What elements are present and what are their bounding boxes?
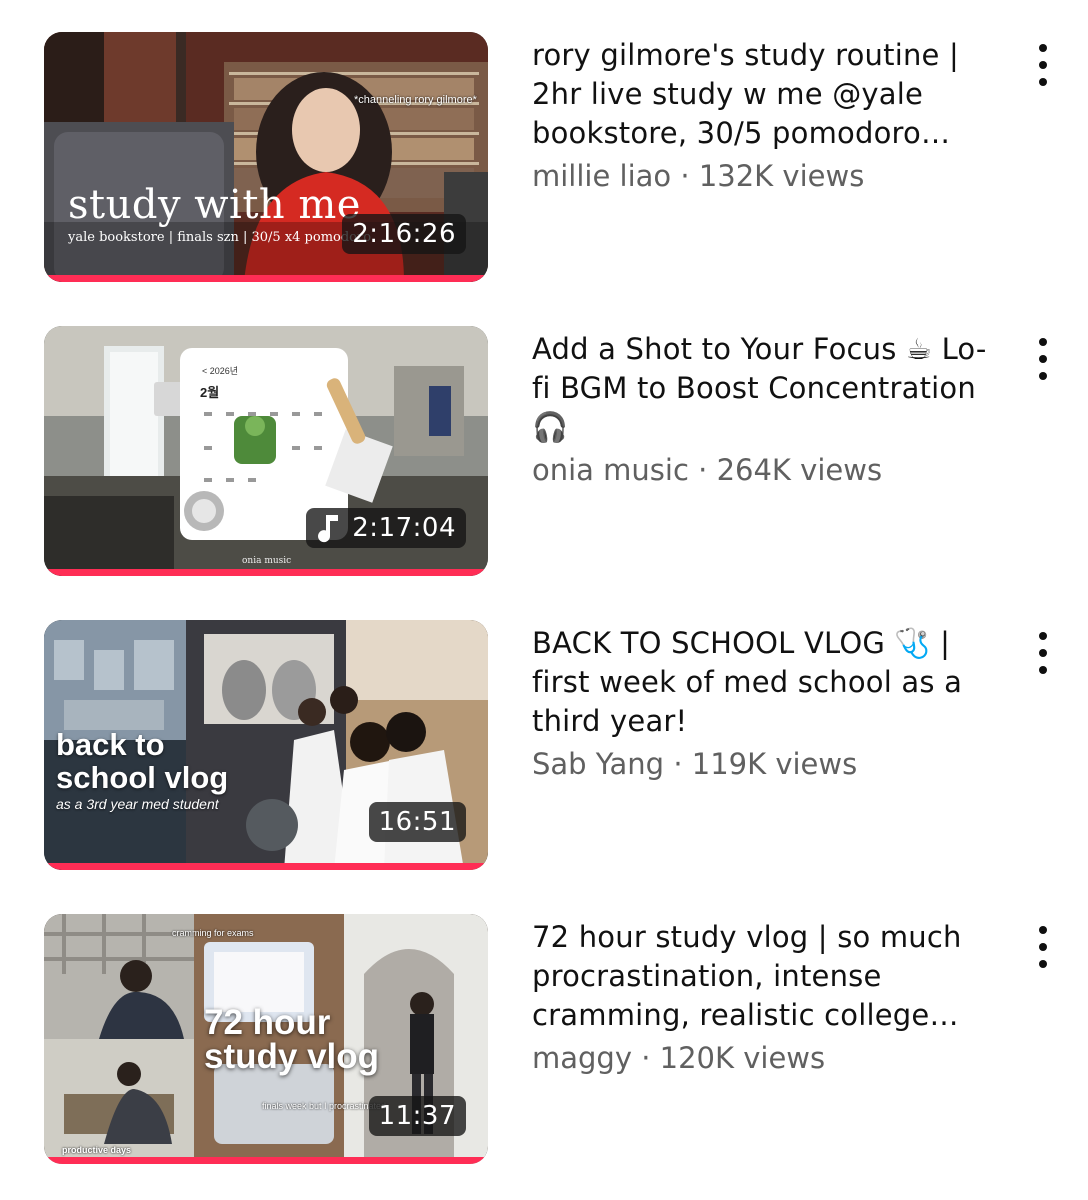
channel-name[interactable]: onia music: [532, 453, 689, 487]
video-subtitle: maggy · 120K views: [532, 1041, 1002, 1075]
video-meta[interactable]: BACK TO SCHOOL VLOG 🩺 | first week of me…: [532, 624, 1002, 781]
video-title[interactable]: BACK TO SCHOOL VLOG 🩺 | first week of me…: [532, 624, 1002, 741]
video-subtitle: Sab Yang · 119K views: [532, 747, 1002, 781]
channel-name[interactable]: Sab Yang: [532, 747, 664, 781]
thumbnail-mid-caption: finals week but I procrastinated: [262, 1101, 387, 1111]
view-count: 264K views: [716, 453, 883, 487]
video-meta[interactable]: rory gilmore's study routine | 2hr live …: [532, 36, 1002, 193]
watch-progress-bar: [44, 863, 488, 870]
duration-badge: 11:37: [368, 1096, 466, 1136]
video-subtitle: onia music · 264K views: [532, 453, 1002, 487]
video-title[interactable]: 72 hour study vlog | so much procrastina…: [532, 918, 1002, 1035]
view-count: 132K views: [698, 159, 865, 193]
separator-dot: ·: [673, 747, 683, 781]
video-item[interactable]: cramming for exams 72 hour study vlog fi…: [0, 914, 1088, 1168]
music-note-icon: [318, 515, 339, 543]
video-subtitle: millie liao · 132K views: [532, 159, 1002, 193]
video-item[interactable]: < 2026년 2월 onia music 2:17:04 Add a Shot…: [0, 326, 1088, 580]
thumbnail-top-caption: cramming for exams: [172, 928, 254, 938]
duration-badge: 2:17:04: [306, 508, 466, 548]
watch-progress-bar: [44, 569, 488, 576]
video-thumbnail[interactable]: < 2026년 2월 onia music 2:17:04: [44, 326, 488, 576]
video-item[interactable]: back to school vlog as a 3rd year med st…: [0, 620, 1088, 874]
thumbnail-headline: 72 hour study vlog: [204, 1003, 380, 1076]
video-thumbnail[interactable]: *channeling rory gilmore* study with me …: [44, 32, 488, 282]
thumbnail-tag-text: *channeling rory gilmore*: [354, 94, 477, 106]
video-item[interactable]: *channeling rory gilmore* study with me …: [0, 32, 1088, 286]
separator-dot: ·: [698, 453, 708, 487]
duration-text: 11:37: [378, 1101, 456, 1131]
duration-badge: 2:16:26: [342, 214, 466, 254]
view-count: 119K views: [691, 747, 858, 781]
duration-text: 2:17:04: [352, 513, 456, 543]
more-vert-icon[interactable]: [1030, 338, 1056, 380]
view-count: 120K views: [659, 1041, 826, 1075]
more-vert-icon[interactable]: [1030, 632, 1056, 674]
video-meta[interactable]: Add a Shot to Your Focus ☕ Lo-fi BGM to …: [532, 330, 1002, 487]
thumbnail-headline: back to school vlog: [56, 727, 229, 795]
calendar-year: < 2026년: [202, 366, 239, 376]
thumbnail-subline: yale bookstore | finals szn | 30/5 x4 po…: [68, 230, 372, 245]
thumbnail-bottom-caption: productive days: [62, 1145, 132, 1155]
channel-name[interactable]: maggy: [532, 1041, 632, 1075]
duration-text: 16:51: [378, 807, 456, 837]
thumbnail-headline: study with me: [68, 182, 361, 228]
video-thumbnail[interactable]: cramming for exams 72 hour study vlog fi…: [44, 914, 488, 1164]
separator-dot: ·: [641, 1041, 651, 1075]
video-thumbnail[interactable]: back to school vlog as a 3rd year med st…: [44, 620, 488, 870]
calendar-month: 2월: [200, 385, 220, 400]
more-vert-icon[interactable]: [1030, 926, 1056, 968]
more-vert-icon[interactable]: [1030, 44, 1056, 86]
separator-dot: ·: [680, 159, 690, 193]
video-title[interactable]: rory gilmore's study routine | 2hr live …: [532, 36, 1002, 153]
video-title[interactable]: Add a Shot to Your Focus ☕ Lo-fi BGM to …: [532, 330, 1002, 447]
channel-name[interactable]: millie liao: [532, 159, 671, 193]
duration-badge: 16:51: [368, 802, 466, 842]
thumbnail-subline: as a 3rd year med student: [56, 796, 219, 812]
video-meta[interactable]: 72 hour study vlog | so much procrastina…: [532, 918, 1002, 1075]
duration-text: 2:16:26: [352, 219, 456, 249]
watch-progress-bar: [44, 1157, 488, 1164]
thumbnail-brand: onia music: [242, 556, 292, 566]
watch-progress-bar: [44, 275, 488, 282]
